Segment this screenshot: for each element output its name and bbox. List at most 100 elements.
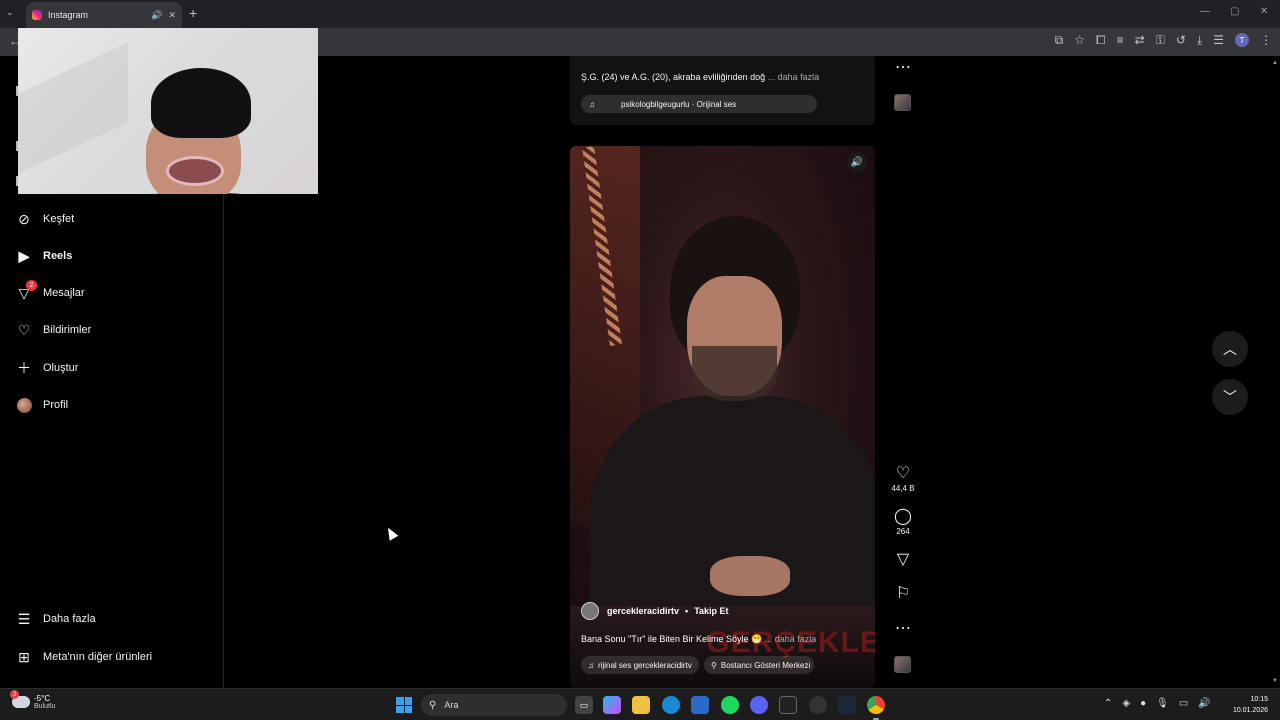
comment-button[interactable]: ◯ 264 (890, 508, 916, 537)
next-reel-button[interactable]: ﹀ (1212, 379, 1248, 415)
chrome-icon[interactable] (867, 696, 885, 714)
task-view-icon[interactable]: ▭ (575, 696, 593, 714)
translate-icon[interactable]: ⇄ (1135, 33, 1145, 48)
maximize-button[interactable]: ▢ (1230, 6, 1239, 17)
weather-temp: -5°C (34, 694, 51, 703)
post-caption: Bana Sonu "Tır" ile Biten Bir Kelime Söy… (581, 634, 817, 644)
heart-icon: ♡ (17, 321, 31, 338)
share-button[interactable]: ▽ (890, 552, 916, 568)
download-icon[interactable]: ⤓ (1197, 33, 1202, 48)
windows-start-button[interactable] (396, 697, 412, 713)
follow-button[interactable]: Takip Et (694, 606, 728, 616)
tab-close-icon[interactable]: ✕ (168, 10, 176, 21)
chevron-down-icon: ﹀ (1223, 389, 1237, 405)
previous-reel-button[interactable]: ︿ (1212, 331, 1248, 367)
close-window-button[interactable]: ✕ (1260, 6, 1268, 17)
browser-menu-icon[interactable]: ⋮ (1260, 33, 1272, 48)
nvidia-tray-icon[interactable]: ● (1140, 698, 1146, 709)
system-tray: ⌃ ◈ ● 🎙 ▭ 🔊 (1104, 698, 1211, 709)
reels-icon: ▶ (18, 247, 30, 264)
spotify-icon[interactable] (721, 696, 739, 714)
copilot-icon[interactable] (603, 696, 621, 714)
tab-list-button[interactable]: ⌄ (6, 7, 14, 18)
more-link[interactable]: ... daha fazla (768, 72, 820, 82)
taskbar-search[interactable]: ⚲ Ara (421, 694, 567, 716)
page-scrollbar[interactable]: ▲ ▼ (1270, 56, 1280, 688)
tab-search-icon[interactable]: ≡ (1117, 33, 1124, 48)
like-button[interactable]: ♡ 44,4 B (890, 465, 916, 494)
microphone-icon[interactable]: 🎙 (1156, 698, 1169, 709)
weather-widget[interactable]: 3 -5°C Bulutlu (10, 690, 55, 710)
sidebar-item-messages[interactable]: ▽ 2 Mesajlar (16, 280, 85, 303)
scroll-up-arrow-icon[interactable]: ▲ (1272, 60, 1278, 66)
taskbar-clock[interactable]: 10:15 10.01.2026 (1233, 694, 1268, 716)
sidebar-item-create[interactable]: ＋ Oluştur (16, 358, 78, 378)
volume-icon[interactable]: 🔊 (847, 152, 867, 172)
heart-icon: ♡ (895, 465, 911, 482)
tab-title: Instagram (48, 10, 89, 20)
file-explorer-icon[interactable] (632, 696, 650, 714)
post-username[interactable]: gercekleracidirtv (607, 606, 679, 616)
prev-audio-thumbnail[interactable] (894, 94, 911, 111)
clock-time: 10:15 (1250, 696, 1268, 703)
sidebar-item-label: Mesajlar (43, 287, 85, 299)
history-icon[interactable]: ↺ (1176, 33, 1186, 48)
sidebar-item-explore[interactable]: ⊘ Keşfet (16, 209, 74, 229)
steam-icon[interactable] (838, 696, 856, 714)
network-icon[interactable]: ▭ (1179, 698, 1188, 709)
bookmark-icon: ⚐ (895, 585, 911, 602)
comment-icon: ◯ (894, 508, 912, 525)
epic-games-icon[interactable] (779, 696, 797, 714)
toolbar-icons: ⧉ ☆ ⧠ ≡ ⇄ ⚿ ↺ ⤓ ☰ T ⋮ (1055, 33, 1272, 48)
sidebar-item-label: Bildirimler (43, 324, 92, 336)
avatar (16, 397, 32, 413)
sidebar-item-label: Profil (43, 399, 69, 411)
install-app-icon[interactable]: ⧉ (1055, 33, 1064, 48)
audio-pill[interactable]: ♫ psikologbilgeugurlu · Orijinal ses (581, 95, 817, 113)
store-icon[interactable] (691, 696, 709, 714)
extensions-icon[interactable]: ⧠ (1096, 33, 1106, 48)
save-button[interactable]: ⚐ (890, 586, 916, 602)
messages-icon: ▽ 2 (16, 280, 37, 301)
sidebar-item-label: Oluştur (43, 362, 79, 374)
avatar[interactable] (581, 602, 599, 620)
profile-avatar[interactable]: T (1235, 33, 1249, 47)
chevron-up-icon[interactable]: ⌃ (1104, 698, 1112, 709)
prev-more-options-icon[interactable]: ⋯ (890, 60, 916, 76)
tab-audio-icon[interactable]: 🔊 (151, 10, 162, 21)
audio-pill[interactable]: ♫ rijinal ses gercekleracidirtv (581, 656, 699, 674)
location-pill[interactable]: ⚲ Bostancı Gösteri Merkezi (704, 656, 814, 674)
sidebar-item-meta-products[interactable]: ⊞ Meta'nın diğer ürünleri (16, 647, 152, 667)
more-link[interactable]: ... daha fazla (765, 634, 817, 644)
sidebar-item-label: Reels (43, 250, 73, 262)
send-icon: ▽ (896, 551, 910, 568)
sidebar-item-label: Daha fazla (43, 613, 96, 625)
more-options-button[interactable]: ⋯ (890, 621, 916, 637)
discord-icon[interactable] (750, 696, 768, 714)
reel-video[interactable]: GERÇEKLE 🔊 gercekleracidirtv • Takip Et … (570, 146, 875, 688)
bookmark-star-icon[interactable]: ☆ (1074, 33, 1085, 48)
speaker-icon[interactable]: 🔊 (1198, 698, 1210, 709)
previous-post: Ş.G. (24) ve A.G. (20), akraba evliliğin… (570, 56, 875, 125)
new-tab-button[interactable]: + (189, 5, 197, 21)
steam-tray-icon[interactable]: ◈ (1122, 698, 1130, 709)
mouse-cursor-icon (383, 525, 399, 541)
browser-tab[interactable]: Instagram 🔊 ✕ (26, 2, 182, 28)
browser-tab-bar: ⌄ Instagram 🔊 ✕ + — ▢ ✕ (0, 0, 1280, 28)
windows-taskbar: 3 -5°C Bulutlu ⚲ Ara ▭ ⌃ ◈ ● 🎙 ▭ 🔊 10:15… (0, 688, 1280, 720)
messages-badge: 2 (26, 280, 37, 291)
password-key-icon[interactable]: ⚿ (1156, 33, 1165, 48)
webcam-overlay (18, 28, 318, 194)
minimize-button[interactable]: — (1200, 6, 1210, 17)
edge-icon[interactable] (662, 696, 680, 714)
weather-badge: 3 (10, 690, 19, 699)
comment-count: 264 (896, 527, 910, 536)
sidebar-item-notifications[interactable]: ♡ Bildirimler (16, 320, 92, 340)
scroll-down-arrow-icon[interactable]: ▼ (1272, 678, 1278, 684)
sidebar-item-reels[interactable]: ▶ Reels (16, 246, 73, 266)
sidebar-item-more[interactable]: ☰ Daha fazla (16, 609, 96, 629)
chatgpt-icon[interactable] (809, 696, 827, 714)
sidebar-item-profile[interactable]: Profil (16, 395, 68, 415)
audio-thumbnail[interactable] (894, 656, 911, 673)
reading-list-icon[interactable]: ☰ (1213, 33, 1224, 48)
